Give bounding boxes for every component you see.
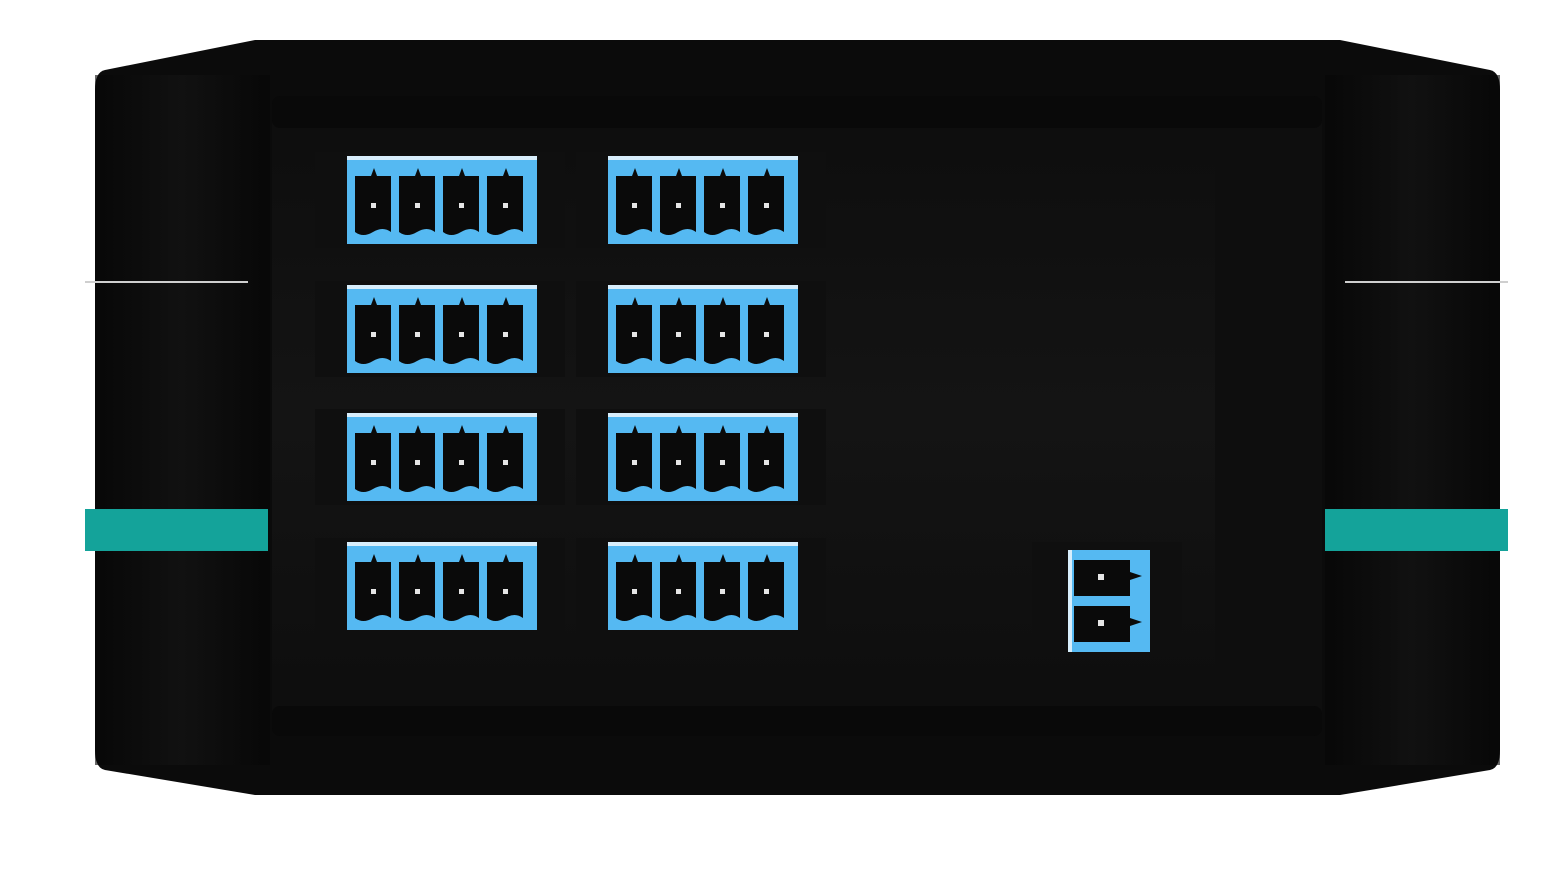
terminal-block-4pin-1: [315, 152, 565, 248]
left-accent-stripe: [85, 509, 268, 551]
left-flange: [95, 75, 270, 765]
pin-socket: [355, 168, 391, 235]
panel-right-shade: [1215, 128, 1322, 706]
right-flange: [1325, 75, 1500, 765]
pin-socket: [443, 554, 479, 621]
pin-socket: [399, 168, 435, 235]
pin-socket: [355, 297, 391, 364]
pin-socket: [704, 425, 740, 492]
pin-socket: [660, 554, 696, 621]
pin-socket: [487, 425, 523, 492]
terminal-block-4pin-6: [576, 409, 826, 505]
terminal-block-4pin-4: [576, 281, 826, 377]
right-accent-stripe: [1325, 509, 1508, 551]
pin-socket: [399, 554, 435, 621]
pin-socket: [616, 168, 652, 235]
pin-socket: [660, 168, 696, 235]
pin-socket: [748, 168, 784, 235]
pin-socket: [704, 168, 740, 235]
terminal-block-4pin-3: [315, 281, 565, 377]
pin-socket: [748, 554, 784, 621]
pin-socket: [443, 297, 479, 364]
terminal-block-4pin-2: [576, 152, 826, 248]
terminal-block-4pin-7: [315, 538, 565, 634]
pin-socket: [399, 297, 435, 364]
pin-socket: [660, 297, 696, 364]
terminal-block-2pin: [1032, 542, 1182, 654]
pin-socket: [443, 425, 479, 492]
panel-top-lip: [272, 96, 1322, 128]
terminal-block-4pin-5: [315, 409, 565, 505]
pin-socket: [355, 425, 391, 492]
pin-socket: [616, 554, 652, 621]
pin-socket: [616, 297, 652, 364]
pin-socket: [487, 297, 523, 364]
device-enclosure: [85, 40, 1508, 795]
pin-socket: [660, 425, 696, 492]
pin-socket: [487, 554, 523, 621]
pin-socket: [748, 425, 784, 492]
pin-socket: [443, 168, 479, 235]
panel-bottom-lip: [272, 706, 1322, 736]
pin-socket: [704, 297, 740, 364]
pin-socket: [616, 425, 652, 492]
pin-socket: [355, 554, 391, 621]
pin-socket: [487, 168, 523, 235]
pin-socket: [748, 297, 784, 364]
terminal-block-4pin-8: [576, 538, 826, 634]
pin-socket: [704, 554, 740, 621]
pin-socket: [399, 425, 435, 492]
